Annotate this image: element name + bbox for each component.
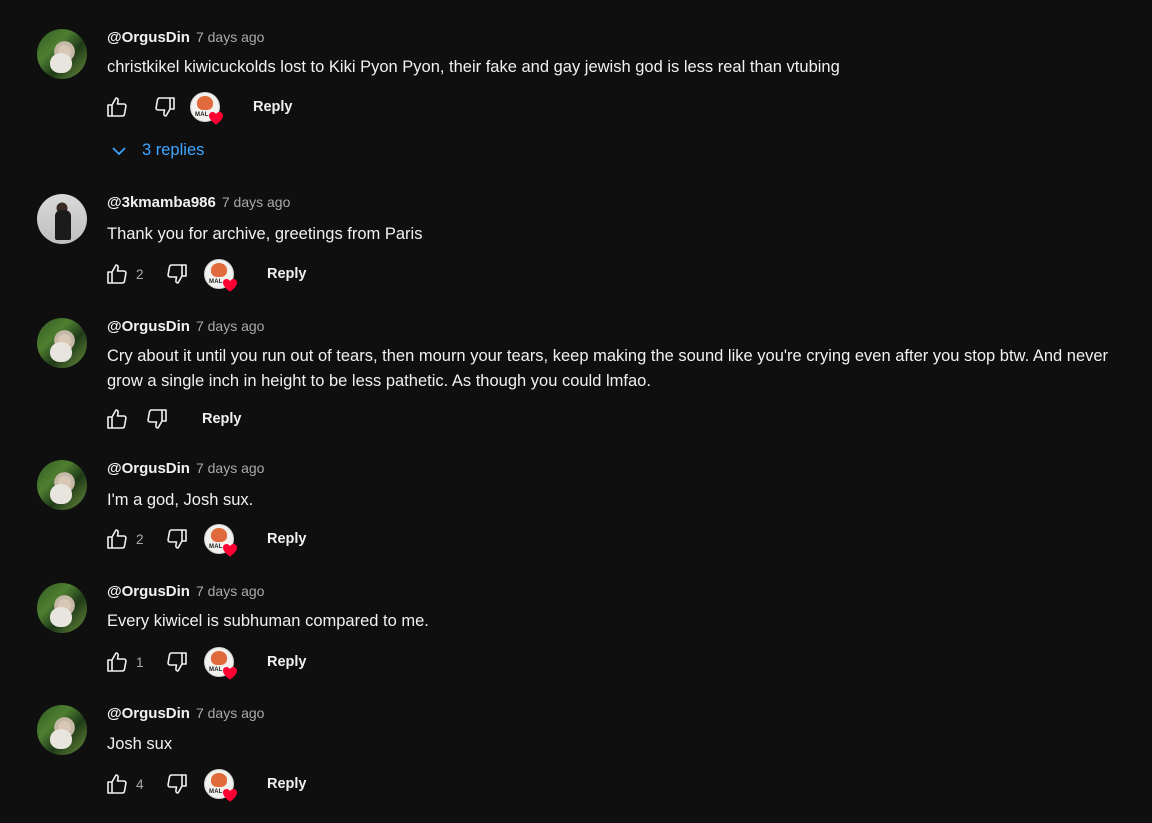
thumbs-up-icon[interactable] bbox=[104, 94, 130, 120]
comment-actions: 4 Reply bbox=[104, 769, 307, 802]
like-count: 2 bbox=[136, 266, 144, 282]
thumbs-up-icon[interactable] bbox=[104, 261, 130, 287]
comment-thread: @3kmamba986 7 days ago Thank you for arc… bbox=[0, 194, 1152, 304]
reply-button[interactable]: Reply bbox=[202, 411, 242, 427]
reply-button[interactable]: Reply bbox=[267, 531, 307, 547]
comment-time[interactable]: 7 days ago bbox=[196, 460, 265, 476]
creator-heart-badge bbox=[190, 92, 223, 125]
comment-time[interactable]: 7 days ago bbox=[196, 583, 265, 599]
heart-icon bbox=[223, 544, 237, 557]
avatar[interactable] bbox=[37, 194, 87, 244]
comment-actions: 2 Reply bbox=[104, 259, 307, 292]
avatar[interactable] bbox=[37, 318, 87, 368]
chevron-down-icon bbox=[112, 146, 126, 155]
like-count: 1 bbox=[136, 654, 144, 670]
comment-author[interactable]: @OrgusDin bbox=[107, 705, 190, 722]
reply-button[interactable]: Reply bbox=[267, 776, 307, 792]
avatar[interactable] bbox=[37, 705, 87, 755]
comment-text: Thank you for archive, greetings from Pa… bbox=[107, 225, 423, 243]
comment-text: Cry about it until you run out of tears,… bbox=[107, 347, 1109, 390]
comment-text: Every kiwicel is subhuman compared to me… bbox=[107, 612, 429, 630]
thumbs-down-icon[interactable] bbox=[164, 649, 190, 675]
comment-author[interactable]: @OrgusDin bbox=[107, 583, 190, 600]
comment-time[interactable]: 7 days ago bbox=[196, 705, 265, 721]
reply-button[interactable]: Reply bbox=[267, 654, 307, 670]
comment-thread: @OrgusDin 7 days ago Every kiwicel is su… bbox=[0, 583, 1152, 693]
comment-author[interactable]: @3kmamba986 bbox=[107, 194, 216, 211]
comment-thread: @OrgusDin 7 days ago christkikel kiwicuc… bbox=[0, 29, 1152, 169]
comment-meta: @OrgusDin 7 days ago bbox=[107, 29, 264, 49]
heart-icon bbox=[223, 279, 237, 292]
creator-heart-badge bbox=[204, 524, 237, 557]
comment-time[interactable]: 7 days ago bbox=[196, 318, 265, 334]
comment-author[interactable]: @OrgusDin bbox=[107, 460, 190, 477]
thumbs-down-icon[interactable] bbox=[144, 406, 170, 432]
comment-text: Josh sux bbox=[107, 735, 173, 753]
comment-actions: Reply bbox=[104, 404, 242, 434]
avatar[interactable] bbox=[37, 460, 87, 510]
comment-text: I'm a god, Josh sux. bbox=[107, 491, 254, 509]
like-count: 2 bbox=[136, 531, 144, 547]
thumbs-up-icon[interactable] bbox=[104, 526, 130, 552]
creator-heart-badge bbox=[204, 769, 237, 802]
comment-meta: @OrgusDin 7 days ago bbox=[107, 460, 264, 480]
comment-meta: @OrgusDin 7 days ago bbox=[107, 705, 264, 725]
thumbs-up-icon[interactable] bbox=[104, 649, 130, 675]
comment-text: christkikel kiwicuckolds lost to Kiki Py… bbox=[107, 58, 840, 76]
comment-meta: @3kmamba986 7 days ago bbox=[107, 194, 290, 214]
heart-icon bbox=[223, 789, 237, 802]
view-replies-button[interactable]: 3 replies bbox=[110, 141, 204, 160]
reply-button[interactable]: Reply bbox=[267, 266, 307, 282]
thumbs-down-icon[interactable] bbox=[164, 261, 190, 287]
thumbs-down-icon[interactable] bbox=[152, 94, 178, 120]
comment-actions: 1 Reply bbox=[104, 647, 307, 680]
like-count: 4 bbox=[136, 776, 144, 792]
comment-actions: Reply bbox=[104, 92, 293, 125]
replies-count: 3 replies bbox=[142, 141, 205, 159]
comment-thread: @OrgusDin 7 days ago I'm a god, Josh sux… bbox=[0, 460, 1152, 570]
avatar[interactable] bbox=[37, 29, 87, 79]
thumbs-up-icon[interactable] bbox=[104, 406, 130, 432]
comment-thread: @OrgusDin 7 days ago Cry about it until … bbox=[0, 318, 1152, 448]
heart-icon bbox=[209, 112, 223, 125]
thumbs-down-icon[interactable] bbox=[164, 526, 190, 552]
reply-button[interactable]: Reply bbox=[253, 99, 293, 115]
comment-time[interactable]: 7 days ago bbox=[196, 29, 265, 45]
creator-heart-badge bbox=[204, 647, 237, 680]
comment-meta: @OrgusDin 7 days ago bbox=[107, 318, 264, 338]
comment-time[interactable]: 7 days ago bbox=[222, 194, 291, 210]
comment-actions: 2 Reply bbox=[104, 524, 307, 557]
comment-thread: @OrgusDin 7 days ago Josh sux 4 Reply bbox=[0, 705, 1152, 815]
avatar[interactable] bbox=[37, 583, 87, 633]
comment-author[interactable]: @OrgusDin bbox=[107, 318, 190, 335]
thumbs-down-icon[interactable] bbox=[164, 771, 190, 797]
creator-heart-badge bbox=[204, 259, 237, 292]
comment-meta: @OrgusDin 7 days ago bbox=[107, 583, 264, 603]
heart-icon bbox=[223, 667, 237, 680]
comment-author[interactable]: @OrgusDin bbox=[107, 29, 190, 46]
thumbs-up-icon[interactable] bbox=[104, 771, 130, 797]
